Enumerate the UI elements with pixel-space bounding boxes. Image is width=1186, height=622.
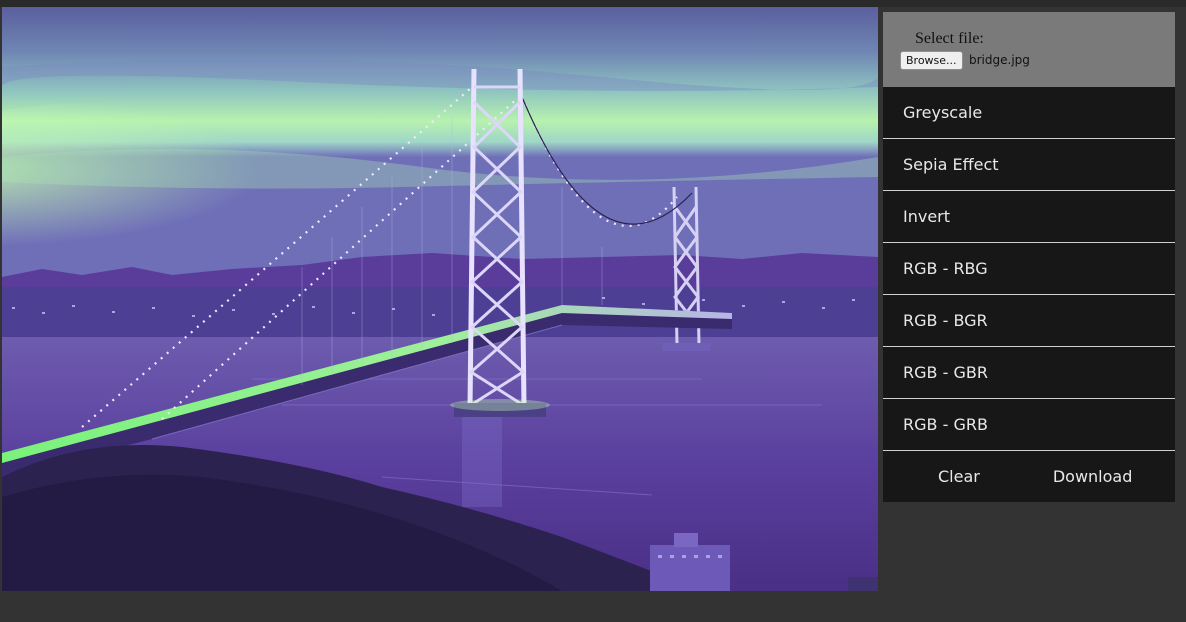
rgb-bgr-button[interactable]: RGB - BGR [883,295,1175,347]
action-row: Clear Download [883,451,1175,502]
clear-button[interactable]: Clear [938,451,980,502]
file-select-box: Select file: Browse... bridge.jpg [883,12,1175,87]
selected-file-name: bridge.jpg [969,53,1030,67]
sepia-button[interactable]: Sepia Effect [883,139,1175,191]
app-window: Select file: Browse... bridge.jpg Greysc… [0,0,1186,622]
image-canvas [2,7,878,591]
invert-button[interactable]: Invert [883,191,1175,243]
rgb-gbr-button[interactable]: RGB - GBR [883,347,1175,399]
file-select-label: Select file: [915,30,984,47]
download-button[interactable]: Download [1053,451,1133,502]
greyscale-button[interactable]: Greyscale [883,87,1175,139]
bridge-photo [2,7,878,591]
top-strip [0,0,1186,7]
rgb-rbg-button[interactable]: RGB - RBG [883,243,1175,295]
rgb-grb-button[interactable]: RGB - GRB [883,399,1175,451]
browse-button[interactable]: Browse... [900,51,963,70]
filter-panel: Select file: Browse... bridge.jpg Greysc… [883,12,1175,502]
